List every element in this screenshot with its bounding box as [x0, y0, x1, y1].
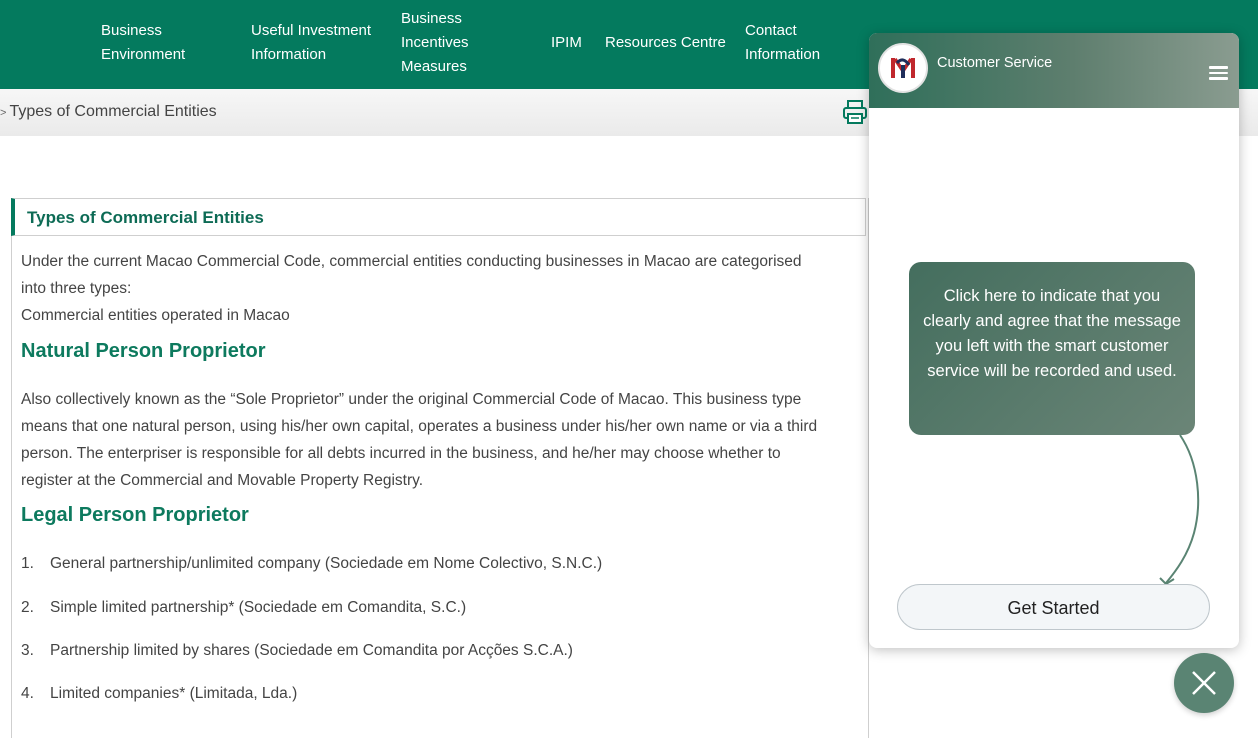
list-item-number: 4.: [21, 685, 34, 702]
chat-widget: Customer Service Click here to indicate …: [869, 33, 1239, 648]
arrow-icon: [1159, 434, 1200, 586]
get-started-button[interactable]: Get Started: [897, 584, 1210, 630]
chat-title: Customer Service: [937, 55, 1053, 71]
list-item-number: 3.: [21, 642, 34, 659]
intro-line-3: Commercial entities operated in Macao: [21, 307, 290, 324]
menu-icon[interactable]: [1209, 66, 1228, 80]
chat-header: Customer Service: [869, 33, 1239, 108]
heading-legal-person: Legal Person Proprietor: [21, 504, 249, 526]
nav-item-useful-investment-information[interactable]: Useful Investment Information: [251, 19, 371, 67]
section-title: Types of Commercial Entities: [27, 208, 264, 227]
natural-line-3: person. The enterpriser is responsible f…: [21, 445, 781, 462]
chat-logo-icon: [878, 43, 928, 93]
nav-item-resources-centre[interactable]: Resources Centre: [605, 31, 726, 55]
close-chat-button[interactable]: [1174, 653, 1234, 713]
consent-bubble[interactable]: Click here to indicate that you clearly …: [909, 262, 1195, 435]
list-item: Partnership limited by shares (Sociedade…: [50, 642, 573, 659]
close-icon: [1192, 671, 1216, 695]
intro-line-2: into three types:: [21, 280, 132, 297]
natural-line-2: means that one natural person, using his…: [21, 418, 818, 435]
natural-line-4: register at the Commercial and Movable P…: [21, 472, 424, 489]
nav-item-ipim[interactable]: IPIM: [551, 31, 582, 55]
natural-line-1: Also collectively known as the “Sole Pro…: [21, 391, 802, 408]
decorative-cloud: [930, 668, 1170, 708]
breadcrumb-current: Types of Commercial Entities: [9, 103, 217, 120]
breadcrumb: > Types of Commercial Entities: [0, 103, 217, 121]
list-item: Simple limited partnership* (Sociedade e…: [50, 599, 467, 616]
print-icon[interactable]: [842, 99, 868, 125]
heading-natural-person: Natural Person Proprietor: [21, 340, 266, 362]
intro-line-1: Under the current Macao Commercial Code,…: [21, 253, 802, 270]
list-item-number: 2.: [21, 599, 34, 616]
nav-item-contact-information[interactable]: Contact Information: [745, 19, 820, 67]
nav-item-business-incentives-measures[interactable]: Business Incentives Measures: [401, 7, 469, 79]
list-item-number: 1.: [21, 555, 34, 572]
list-item: Limited companies* (Limitada, Lda.): [50, 685, 298, 702]
list-item: General partnership/unlimited company (S…: [50, 555, 603, 572]
nav-item-business-environment[interactable]: Business Environment: [101, 19, 185, 67]
